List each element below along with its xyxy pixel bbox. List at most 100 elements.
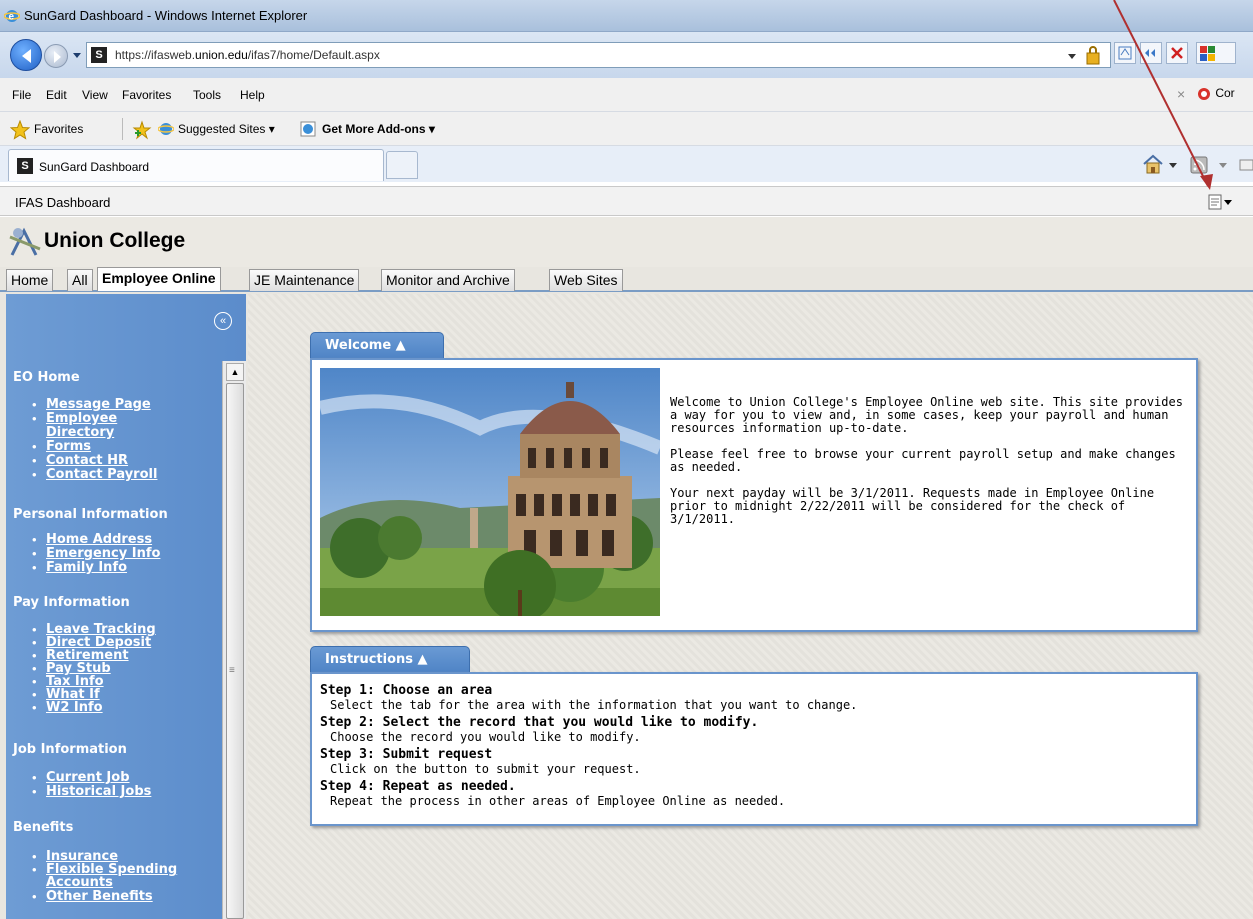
menu-view[interactable]: View [82, 88, 108, 102]
sidebar-item-contact-payroll[interactable]: Contact Payroll [46, 468, 157, 482]
browser-tab-sungard[interactable]: S SunGard Dashboard [8, 149, 384, 181]
browser-tab-bar: S SunGard Dashboard [0, 146, 1253, 182]
bullet: • [32, 453, 37, 468]
sidebar-item-home-address[interactable]: Home Address [46, 533, 152, 547]
forward-arrow-icon [54, 51, 61, 63]
college-logo-icon [9, 227, 41, 256]
app-tabs: Home All Employee Online JE Maintenance … [0, 267, 1253, 292]
welcome-paragraph-3: Your next payday will be 3/1/2011. Reque… [670, 486, 1155, 526]
feeds-dropdown-icon[interactable] [1218, 162, 1228, 170]
menu-favorites[interactable]: Favorites [122, 88, 171, 102]
suggested-sites-button[interactable]: Suggested Sites ▾ [178, 122, 275, 136]
window-title: SunGard Dashboard - Windows Internet Exp… [24, 8, 308, 23]
instruction-step-4-title: Step 4: Repeat as needed. [320, 779, 516, 794]
sidebar: « EO Home • Message Page • Employee Dire… [6, 294, 246, 919]
favorites-button[interactable]: Favorites [34, 122, 83, 136]
tab-web-sites[interactable]: Web Sites [549, 269, 623, 291]
address-bar[interactable]: S https://ifasweb.union.edu/ifas7/home/D… [86, 42, 1111, 68]
scroll-thumb[interactable] [226, 383, 244, 919]
sidebar-item-family-info[interactable]: Family Info [46, 561, 127, 575]
window-titlebar: e SunGard Dashboard - Windows Internet E… [0, 0, 1253, 32]
back-arrow-icon [22, 49, 31, 63]
internet-explorer-icon: e [4, 10, 20, 23]
ie-addons-icon [300, 121, 316, 137]
history-dropdown-icon[interactable] [72, 50, 82, 60]
google-icon [1200, 46, 1215, 61]
sidebar-section-benefits: Benefits [13, 820, 74, 835]
get-more-addons-button[interactable]: Get More Add-ons ▾ [322, 122, 435, 136]
sidebar-item-w2-info[interactable]: W2 Info [46, 701, 103, 715]
convert-toolbar-button[interactable]: Cor [1196, 86, 1235, 102]
bullet: • [32, 411, 37, 426]
menu-edit[interactable]: Edit [46, 88, 67, 102]
new-tab-button[interactable] [386, 151, 418, 179]
search-provider-button[interactable] [1196, 42, 1236, 64]
sidebar-item-message-page[interactable]: Message Page [46, 398, 151, 412]
stop-button[interactable] [1166, 42, 1188, 64]
sidebar-item-current-job[interactable]: Current Job [46, 771, 130, 785]
site-favicon-icon: S [91, 47, 107, 63]
menu-file[interactable]: File [12, 88, 31, 102]
sidebar-item-directory[interactable]: Directory [46, 426, 114, 440]
sidebar-scrollbar[interactable]: ▲ ≡ [222, 361, 246, 919]
menu-tools[interactable]: Tools [193, 88, 221, 102]
welcome-text: Welcome to Union College's Employee Onli… [670, 396, 1190, 539]
sidebar-item-other-benefits[interactable]: Other Benefits [46, 890, 153, 904]
home-icon[interactable] [1142, 154, 1164, 174]
sidebar-item-contact-hr[interactable]: Contact HR [46, 454, 128, 468]
scroll-up-arrow-icon[interactable]: ▲ [226, 363, 244, 381]
compatibility-icon [1118, 46, 1132, 60]
bullet: • [32, 546, 37, 561]
sidebar-item-emergency-info[interactable]: Emergency Info [46, 547, 160, 561]
compatibility-view-button[interactable] [1114, 42, 1136, 64]
instruction-step-1-title: Step 1: Choose an area [320, 683, 493, 698]
instructions-panel-tab[interactable]: Instructions ▲ [310, 646, 470, 672]
forward-button[interactable] [44, 44, 68, 68]
lock-icon[interactable] [1085, 45, 1101, 65]
bullet: • [32, 439, 37, 454]
menu-help[interactable]: Help [240, 88, 265, 102]
tab-je-maintenance[interactable]: JE Maintenance [249, 269, 360, 291]
tab-employee-online[interactable]: Employee Online [97, 267, 221, 291]
sidebar-item-historical-jobs[interactable]: Historical Jobs [46, 785, 151, 799]
tab-home[interactable]: Home [6, 269, 54, 291]
sidebar-item-employee[interactable]: Employee [46, 412, 117, 426]
scroll-grip-icon: ≡ [229, 665, 235, 676]
sidebar-section-pay-information: Pay Information [13, 595, 130, 610]
nott-memorial-image [320, 368, 660, 616]
browser-tab-label: SunGard Dashboard [39, 160, 150, 174]
tab-all[interactable]: All [67, 269, 93, 291]
stop-icon [1171, 47, 1183, 59]
bullet: • [32, 467, 37, 482]
home-dropdown-icon[interactable] [1168, 162, 1178, 170]
sidebar-section-personal-information: Personal Information [13, 507, 168, 522]
feeds-icon[interactable] [1190, 156, 1208, 174]
bullet: • [32, 784, 37, 799]
ifas-dashboard-label: IFAS Dashboard [15, 195, 111, 210]
convert-label: Cor [1215, 86, 1235, 101]
add-favorite-icon[interactable] [132, 120, 152, 140]
bullet: • [32, 700, 37, 715]
print-icon[interactable] [1238, 156, 1253, 174]
refresh-button[interactable] [1140, 42, 1162, 64]
page-menu-button[interactable] [1208, 194, 1234, 213]
tab-monitor-and-archive[interactable]: Monitor and Archive [381, 269, 515, 291]
sidebar-section-eo-home: EO Home [13, 370, 80, 385]
ifas-dashboard-bar: IFAS Dashboard [0, 186, 1253, 216]
instruction-step-1-desc: Select the tab for the area with the inf… [330, 698, 858, 712]
collapse-sidebar-button[interactable]: « [214, 312, 232, 330]
back-button[interactable] [10, 39, 42, 71]
address-dropdown-icon[interactable] [1067, 51, 1077, 61]
bullet: • [32, 770, 37, 785]
address-url[interactable]: https://ifasweb.union.edu/ifas7/home/Def… [115, 48, 380, 62]
instruction-step-4-desc: Repeat the process in other areas of Emp… [330, 794, 786, 808]
bullet: • [32, 862, 37, 877]
close-toolbar-icon[interactable]: × [1177, 86, 1185, 102]
favorites-bar: Favorites Suggested Sites ▾ Get More Add… [0, 112, 1253, 146]
address-toolbar: S https://ifasweb.union.edu/ifas7/home/D… [0, 32, 1253, 78]
college-name: Union College [44, 229, 186, 252]
header-logo-area: Union College [0, 217, 1253, 267]
welcome-panel-tab[interactable]: Welcome ▲ [310, 332, 444, 358]
sidebar-item-forms[interactable]: Forms [46, 440, 91, 454]
sidebar-item-accounts[interactable]: Accounts [46, 876, 113, 890]
